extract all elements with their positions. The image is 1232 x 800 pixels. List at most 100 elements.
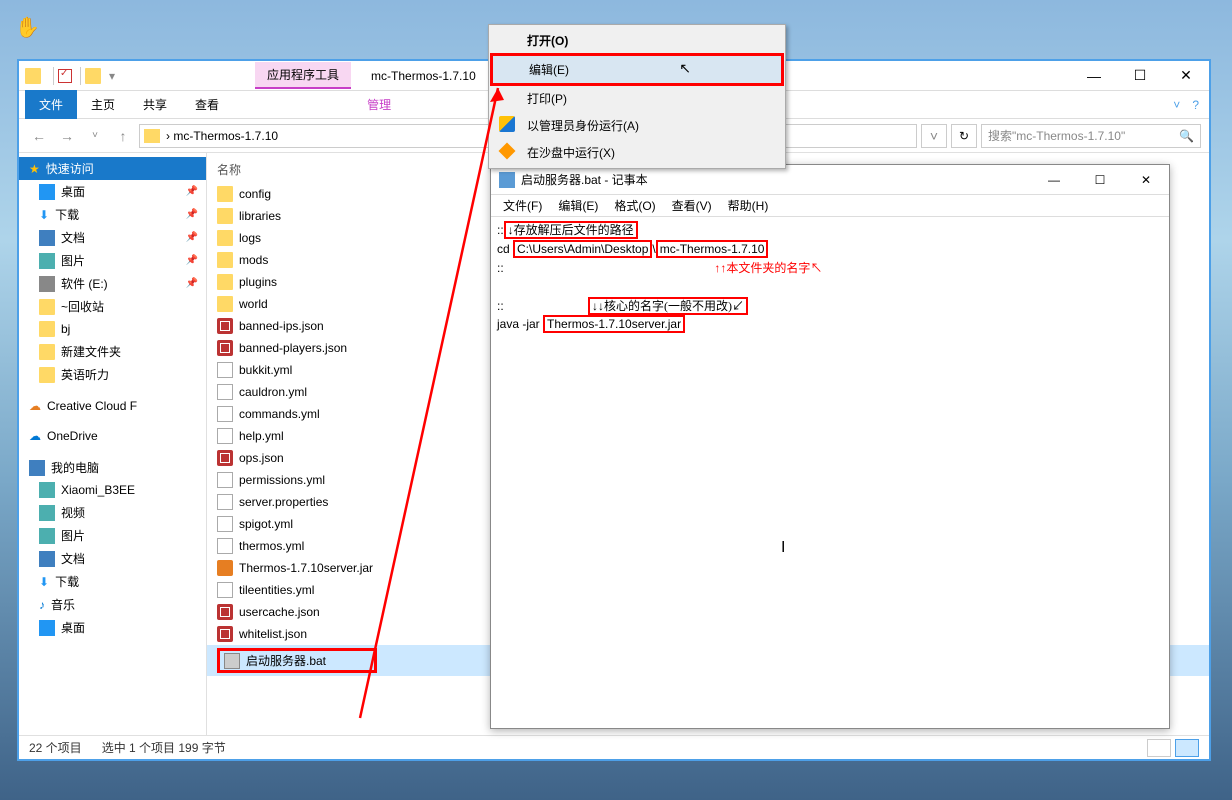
file-name: cauldron.yml: [239, 385, 307, 399]
notepad-titlebar[interactable]: 启动服务器.bat - 记事本 — ☐ ✕: [491, 165, 1169, 195]
documents-icon: [39, 230, 55, 246]
notepad-menu: 文件(F) 编辑(E) 格式(O) 查看(V) 帮助(H): [491, 195, 1169, 217]
folder-icon: [217, 208, 233, 224]
sidebar-item[interactable]: ~回收站: [19, 295, 206, 318]
maximize-button[interactable]: ☐: [1077, 165, 1123, 195]
annotation-box: C:\Users\Admin\Desktop: [513, 240, 652, 258]
contextual-tab-label: 应用程序工具: [255, 62, 351, 89]
menu-format[interactable]: 格式(O): [608, 195, 661, 216]
drive-icon: [39, 276, 55, 292]
ribbon-expand-icon[interactable]: ˅: [1173, 98, 1180, 112]
ctx-run-admin[interactable]: 以管理员身份运行(A): [491, 112, 783, 139]
close-button[interactable]: ✕: [1163, 61, 1209, 91]
documents-icon: [39, 551, 55, 567]
file-name: spigot.yml: [239, 517, 293, 531]
file-name: help.yml: [239, 429, 284, 443]
ctx-print[interactable]: 打印(P): [491, 85, 783, 112]
ctx-edit[interactable]: 编辑(E)↖: [490, 53, 784, 86]
pin-icon: 📌: [186, 255, 198, 266]
sidebar-item[interactable]: 文档📌: [19, 226, 206, 249]
menu-edit[interactable]: 编辑(E): [552, 195, 604, 216]
sidebar-quick-access[interactable]: ★ 快速访问: [19, 157, 206, 180]
up-button[interactable]: ↑: [111, 124, 135, 148]
sidebar-item[interactable]: 英语听力: [19, 363, 206, 386]
annotation-box: ↓存放解压后文件的路径: [504, 221, 638, 239]
cloud-icon: ☁: [29, 399, 41, 413]
video-icon: [39, 505, 55, 521]
minimize-button[interactable]: —: [1031, 165, 1077, 195]
refresh-button[interactable]: ↻: [951, 124, 977, 148]
ctx-open[interactable]: 打开(O): [491, 27, 783, 54]
text-cursor-icon: I: [781, 537, 785, 559]
sidebar-item[interactable]: 视频: [19, 501, 206, 524]
folder-icon: [217, 252, 233, 268]
sidebar-item[interactable]: ♪音乐: [19, 593, 206, 616]
notepad-text-area[interactable]: ::↓存放解压后文件的路径 cd C:\Users\Admin\Desktop\…: [491, 217, 1169, 728]
menu-help[interactable]: 帮助(H): [722, 195, 775, 216]
sandbox-icon: [499, 143, 516, 160]
sidebar-item[interactable]: 图片: [19, 524, 206, 547]
ribbon-file-tab[interactable]: 文件: [25, 90, 77, 119]
sidebar-item[interactable]: 软件 (E:)📌: [19, 272, 206, 295]
sidebar-item[interactable]: 桌面📌: [19, 180, 206, 203]
recent-button[interactable]: ˅: [83, 124, 107, 148]
ctx-run-sandbox[interactable]: 在沙盘中运行(X): [491, 139, 783, 166]
bat-icon: [224, 653, 240, 669]
ribbon-share-tab[interactable]: 共享: [129, 90, 181, 119]
search-input[interactable]: 搜索"mc-Thermos-1.7.10" 🔍: [981, 124, 1201, 148]
sidebar-item[interactable]: 图片📌: [19, 249, 206, 272]
status-item-count: 22 个项目: [29, 739, 82, 756]
file-name: banned-players.json: [239, 341, 347, 355]
view-details-button[interactable]: [1147, 739, 1171, 757]
file-name: 启动服务器.bat: [246, 652, 326, 669]
annotation-box: ↓↓核心的名字(一般不用改)↙: [588, 297, 748, 315]
json-icon: [217, 626, 233, 642]
device-icon: [39, 482, 55, 498]
qat-checkbox-icon[interactable]: [58, 69, 72, 83]
addr-dropdown-button[interactable]: ˅: [921, 124, 947, 148]
maximize-button[interactable]: ☐: [1117, 61, 1163, 91]
file-name: logs: [239, 231, 261, 245]
onedrive-icon: ☁: [29, 429, 41, 443]
sidebar-item[interactable]: bj: [19, 318, 206, 340]
ribbon-help-icon[interactable]: ?: [1192, 98, 1199, 112]
notepad-icon: [499, 172, 515, 188]
menu-view[interactable]: 查看(V): [666, 195, 718, 216]
menu-file[interactable]: 文件(F): [497, 195, 548, 216]
minimize-button[interactable]: —: [1071, 61, 1117, 91]
close-button[interactable]: ✕: [1123, 165, 1169, 195]
file-name: permissions.yml: [239, 473, 325, 487]
jar-icon: [217, 560, 233, 576]
breadcrumb-item[interactable]: mc-Thermos-1.7.10: [173, 129, 278, 143]
sidebar-item[interactable]: 文档: [19, 547, 206, 570]
file-name: commands.yml: [239, 407, 320, 421]
star-icon: ★: [29, 162, 40, 176]
ribbon-manage-tab[interactable]: 管理: [353, 90, 405, 119]
ribbon-home-tab[interactable]: 主页: [77, 90, 129, 119]
qat-chevron-icon[interactable]: ▾: [109, 69, 115, 83]
sidebar-item[interactable]: ⬇下载: [19, 570, 206, 593]
back-button[interactable]: ←: [27, 124, 51, 148]
sidebar-item[interactable]: Xiaomi_B3EE: [19, 479, 206, 501]
pin-icon: 📌: [186, 232, 198, 243]
folder-icon: [217, 274, 233, 290]
pictures-icon: [39, 253, 55, 269]
sidebar-this-pc[interactable]: 我的电脑: [19, 456, 206, 479]
sidebar-onedrive[interactable]: ☁OneDrive: [19, 426, 206, 446]
file-name: banned-ips.json: [239, 319, 324, 333]
sidebar-item[interactable]: 新建文件夹: [19, 340, 206, 363]
ribbon-view-tab[interactable]: 查看: [181, 90, 233, 119]
file-name: whitelist.json: [239, 627, 307, 641]
forward-button[interactable]: →: [55, 124, 79, 148]
sidebar-creative-cloud[interactable]: ☁Creative Cloud F: [19, 396, 206, 416]
cursor-icon: ↖: [679, 60, 691, 77]
file-name: Thermos-1.7.10server.jar: [239, 561, 373, 575]
pin-icon: 📌: [186, 209, 198, 220]
json-icon: [217, 604, 233, 620]
view-list-button[interactable]: [1175, 739, 1199, 757]
pin-icon: 📌: [186, 186, 198, 197]
sidebar-item[interactable]: 桌面: [19, 616, 206, 639]
sidebar-item[interactable]: ⬇下载📌: [19, 203, 206, 226]
notepad-window: 启动服务器.bat - 记事本 — ☐ ✕ 文件(F) 编辑(E) 格式(O) …: [490, 164, 1170, 729]
yml-icon: [217, 472, 233, 488]
